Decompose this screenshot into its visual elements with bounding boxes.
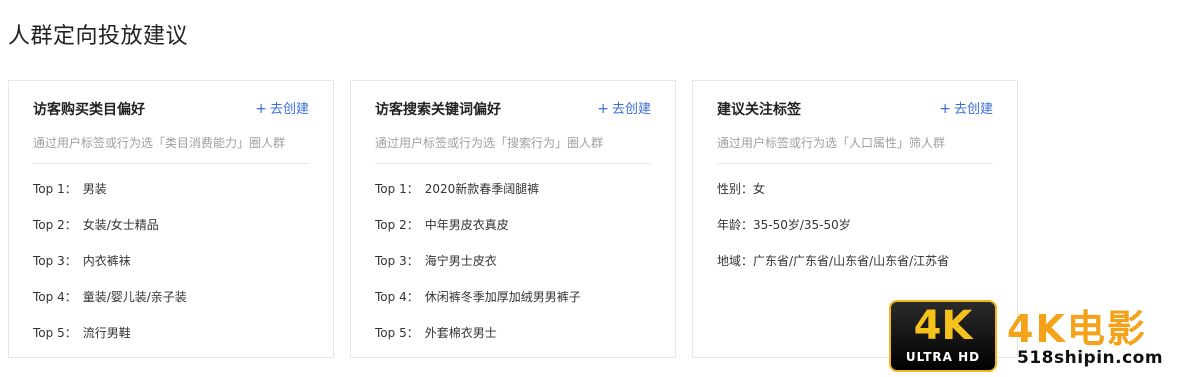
card-header: 访客搜索关键词偏好 + 去创建: [375, 81, 651, 135]
item-value: 海宁男士皮衣: [424, 254, 497, 268]
list-item: Top 3： 内衣裤袜: [33, 252, 309, 288]
plus-icon: +: [939, 101, 951, 117]
item-value: 外套棉衣男士: [424, 326, 497, 340]
list-item: 性别：女: [717, 180, 993, 216]
page-title: 人群定向投放建议: [8, 24, 189, 49]
watermark-url: 518shipin.com: [1017, 348, 1164, 368]
card-header: 访客购买类目偏好 + 去创建: [33, 81, 309, 135]
item-value: 2020新款春季阔腿裤: [424, 182, 540, 196]
plus-icon: +: [597, 101, 609, 117]
item-value: 性别：女: [717, 182, 766, 196]
item-value: 童装/婴儿装/亲子装: [82, 290, 187, 304]
item-value: 内衣裤袜: [82, 254, 131, 268]
card-description: 通过用户标签或行为选「人口属性」筛人群: [717, 136, 946, 150]
card-purchase-category: 访客购买类目偏好 + 去创建 通过用户标签或行为选「类目消费能力」圈人群 Top …: [8, 80, 334, 358]
card-title: 建议关注标签: [717, 102, 801, 118]
card-description: 通过用户标签或行为选「类目消费能力」圈人群: [33, 136, 286, 150]
4k-ultra-hd-logo: 4K ULTRA HD: [889, 300, 997, 372]
list-item: Top 1： 男装: [33, 180, 309, 216]
create-button[interactable]: + 去创建: [255, 98, 309, 117]
list-item: Top 2： 中年男皮衣真皮: [375, 216, 651, 252]
list-item: Top 3： 海宁男士皮衣: [375, 252, 651, 288]
create-button[interactable]: + 去创建: [939, 98, 993, 117]
rank-label: Top 5：: [33, 326, 77, 340]
plus-icon: +: [255, 101, 267, 117]
logo-main-text: 4K: [913, 303, 973, 349]
item-value: 地域：广东省/广东省/山东省/山东省/江苏省: [717, 254, 950, 268]
list-item: Top 4： 休闲裤冬季加厚加绒男男裤子: [375, 288, 651, 324]
list-item: Top 1： 2020新款春季阔腿裤: [375, 180, 651, 216]
list-item: Top 4： 童装/婴儿装/亲子装: [33, 288, 309, 324]
card-search-keywords: 访客搜索关键词偏好 + 去创建 通过用户标签或行为选「搜索行为」圈人群 Top 1…: [350, 80, 676, 358]
rank-label: Top 3：: [33, 254, 77, 268]
card-description: 通过用户标签或行为选「搜索行为」圈人群: [375, 136, 604, 150]
watermark: 4K ULTRA HD 4K电影 518shipin.com: [889, 292, 1185, 374]
item-list: Top 1： 男装 Top 2： 女装/女士精品 Top 3： 内衣裤袜 Top 4：…: [33, 164, 309, 360]
rank-label: Top 5：: [375, 326, 419, 340]
rank-label: Top 3：: [375, 254, 419, 268]
list-item: Top 5： 外套棉衣男士: [375, 324, 651, 360]
rank-label: Top 1：: [33, 182, 77, 196]
item-value: 年龄：35-50岁/35-50岁: [717, 218, 851, 232]
list-item: 年龄：35-50岁/35-50岁: [717, 216, 993, 252]
rank-label: Top 2：: [375, 218, 419, 232]
create-label: 去创建: [269, 102, 309, 117]
item-value: 休闲裤冬季加厚加绒男男裤子: [424, 290, 581, 304]
item-list: Top 1： 2020新款春季阔腿裤 Top 2： 中年男皮衣真皮 Top 3： 海宁…: [375, 164, 651, 360]
watermark-brand: 4K电影: [1007, 307, 1147, 351]
item-value: 流行男鞋: [82, 326, 131, 340]
item-list: 性别：女 年龄：35-50岁/35-50岁 地域：广东省/广东省/山东省/山东省…: [717, 164, 993, 288]
create-label: 去创建: [611, 102, 651, 117]
rank-label: Top 4：: [375, 290, 419, 304]
list-item: Top 2： 女装/女士精品: [33, 216, 309, 252]
create-button[interactable]: + 去创建: [597, 98, 651, 117]
rank-label: Top 1：: [375, 182, 419, 196]
card-title: 访客搜索关键词偏好: [375, 102, 501, 118]
card-header: 建议关注标签 + 去创建: [717, 81, 993, 135]
list-item: Top 5： 流行男鞋: [33, 324, 309, 360]
card-title: 访客购买类目偏好: [33, 102, 145, 118]
rank-label: Top 2：: [33, 218, 77, 232]
item-value: 女装/女士精品: [82, 218, 159, 232]
item-value: 男装: [82, 182, 107, 196]
suggestion-cards: 访客购买类目偏好 + 去创建 通过用户标签或行为选「类目消费能力」圈人群 Top …: [8, 80, 1018, 358]
list-item: 地域：广东省/广东省/山东省/山东省/江苏省: [717, 252, 993, 288]
item-value: 中年男皮衣真皮: [424, 218, 509, 232]
rank-label: Top 4：: [33, 290, 77, 304]
create-label: 去创建: [953, 102, 993, 117]
logo-sub-text: ULTRA HD: [905, 350, 981, 364]
